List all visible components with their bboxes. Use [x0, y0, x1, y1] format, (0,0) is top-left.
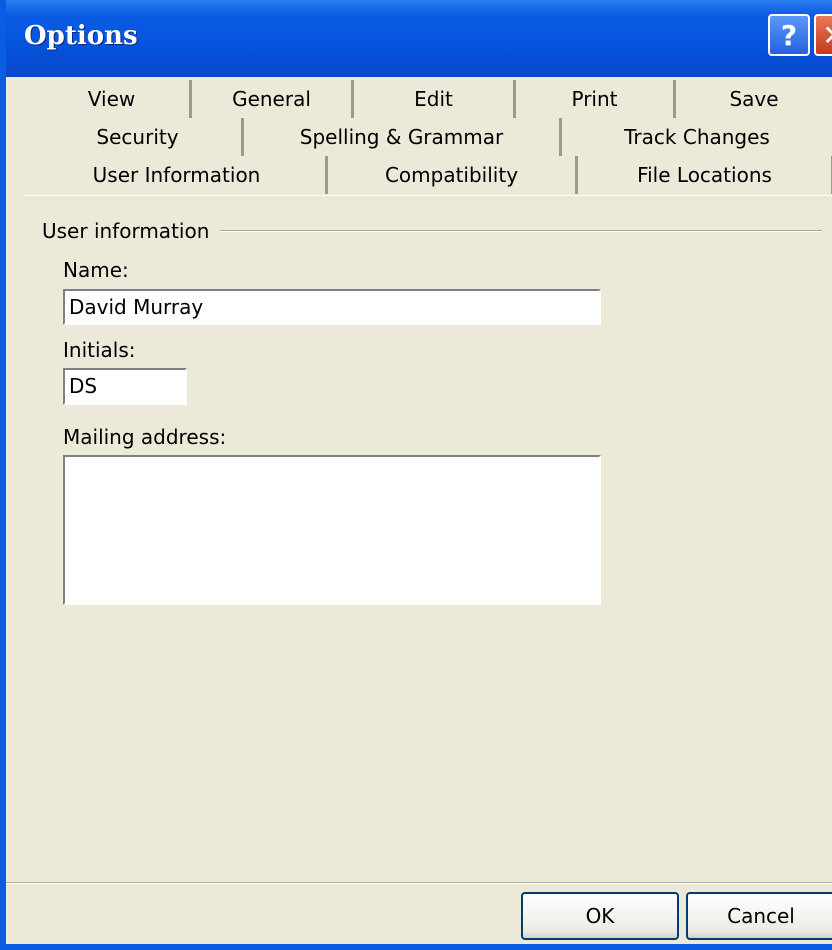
name-field[interactable]: David Murray	[63, 289, 601, 325]
ok-button[interactable]: OK	[521, 892, 679, 940]
tab-view[interactable]: View	[34, 80, 192, 118]
group-divider	[220, 230, 822, 232]
group-label-user-information: User information	[42, 219, 210, 243]
close-button[interactable]: ✕	[814, 14, 832, 56]
mailing-address-field[interactable]	[63, 455, 601, 605]
tab-save[interactable]: Save	[676, 80, 832, 118]
title-bar[interactable]: Options ? ✕	[6, 0, 832, 77]
initials-field[interactable]: DS	[63, 368, 187, 405]
tab-spelling-grammar[interactable]: Spelling & Grammar	[244, 118, 562, 156]
tab-file-locations[interactable]: File Locations	[578, 156, 832, 194]
tab-general[interactable]: General	[192, 80, 354, 118]
tab-security[interactable]: Security	[34, 118, 244, 156]
name-label: Name:	[63, 258, 129, 282]
initials-label: Initials:	[63, 338, 136, 362]
tab-row-3: User Information Compatibility File Loca…	[28, 156, 832, 194]
button-separator	[6, 882, 832, 884]
tab-track-changes[interactable]: Track Changes	[562, 118, 832, 156]
cancel-button[interactable]: Cancel	[686, 892, 832, 940]
tab-edit[interactable]: Edit	[354, 80, 516, 118]
window-title: Options	[24, 21, 138, 51]
tab-row-1: View General Edit Print Save	[34, 80, 832, 118]
tab-user-information[interactable]: User Information	[28, 156, 328, 194]
mailing-address-label: Mailing address:	[63, 425, 227, 449]
tab-row-2: Security Spelling & Grammar Track Change…	[34, 118, 832, 156]
help-button[interactable]: ?	[768, 14, 810, 56]
tab-compatibility[interactable]: Compatibility	[328, 156, 578, 194]
tab-print[interactable]: Print	[516, 80, 676, 118]
options-dialog: Options ? ✕ View General Edit Print Save…	[0, 0, 832, 950]
